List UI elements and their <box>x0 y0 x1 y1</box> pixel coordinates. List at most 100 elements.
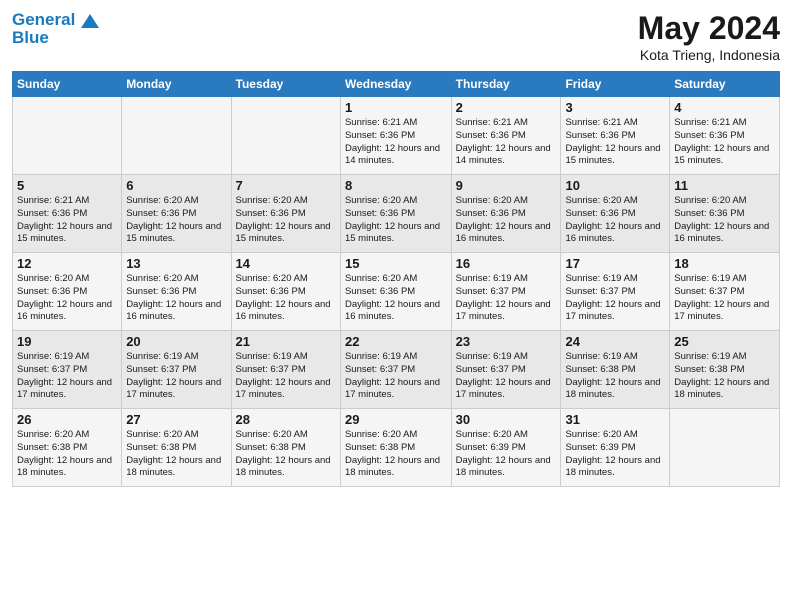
week-row-3: 12Sunrise: 6:20 AM Sunset: 6:36 PM Dayli… <box>13 253 780 331</box>
calendar-cell: 20Sunrise: 6:19 AM Sunset: 6:37 PM Dayli… <box>122 331 231 409</box>
calendar-cell: 8Sunrise: 6:20 AM Sunset: 6:36 PM Daylig… <box>340 175 451 253</box>
day-number: 11 <box>674 178 775 193</box>
day-info: Sunrise: 6:21 AM Sunset: 6:36 PM Dayligh… <box>456 117 557 168</box>
day-number: 4 <box>674 100 775 115</box>
calendar-cell: 15 Sunrise: 6:20 AM Sunset: 6:36 PM Dayli… <box>340 253 451 331</box>
day-info: Sunrise: 6:20 AM Sunset: 6:38 PM Dayligh… <box>236 429 336 480</box>
day-number: 25 <box>674 334 775 349</box>
calendar-title: May 2024 <box>638 10 780 47</box>
weekday-header-sunday: Sunday <box>13 72 122 97</box>
day-info: Sunrise: 6:20 AM Sunset: 6:38 PM Dayligh… <box>345 429 447 480</box>
day-info: Sunrise: 6:20 AM Sunset: 6:39 PM Dayligh… <box>565 429 665 480</box>
weekday-header-row: SundayMondayTuesdayWednesdayThursdayFrid… <box>13 72 780 97</box>
calendar-cell: 18 Sunrise: 6:19 AM Sunset: 6:37 PM Dayli… <box>670 253 780 331</box>
calendar-cell: 31 Sunrise: 6:20 AM Sunset: 6:39 PM Dayli… <box>561 409 670 487</box>
calendar-page: General Blue May 2024 Kota Trieng, Indon… <box>0 0 792 612</box>
calendar-cell: 23Sunrise: 6:19 AM Sunset: 6:37 PM Dayli… <box>451 331 561 409</box>
calendar-cell: 12Sunrise: 6:20 AM Sunset: 6:36 PM Dayli… <box>13 253 122 331</box>
day-number: 6 <box>126 178 226 193</box>
day-info: Sunrise: 6:20 AM Sunset: 6:36 PM Dayligh… <box>126 273 226 324</box>
calendar-cell: 25 Sunrise: 6:19 AM Sunset: 6:38 PM Dayli… <box>670 331 780 409</box>
calendar-cell <box>670 409 780 487</box>
day-info: Sunrise: 6:21 AM Sunset: 6:36 PM Dayligh… <box>674 117 775 168</box>
calendar-cell <box>231 97 340 175</box>
day-number: 13 <box>126 256 226 271</box>
day-number: 30 <box>456 412 557 427</box>
calendar-cell: 6Sunrise: 6:20 AM Sunset: 6:36 PM Daylig… <box>122 175 231 253</box>
weekday-header-friday: Friday <box>561 72 670 97</box>
weekday-header-thursday: Thursday <box>451 72 561 97</box>
logo-text: General <box>12 10 99 30</box>
calendar-header: SundayMondayTuesdayWednesdayThursdayFrid… <box>13 72 780 97</box>
calendar-cell: 7 Sunrise: 6:20 AM Sunset: 6:36 PM Daylig… <box>231 175 340 253</box>
day-info: Sunrise: 6:20 AM Sunset: 6:38 PM Dayligh… <box>17 429 117 480</box>
day-info: Sunrise: 6:20 AM Sunset: 6:36 PM Dayligh… <box>17 273 117 324</box>
page-header: General Blue May 2024 Kota Trieng, Indon… <box>12 10 780 63</box>
day-number: 17 <box>565 256 665 271</box>
day-number: 24 <box>565 334 665 349</box>
calendar-cell: 16Sunrise: 6:19 AM Sunset: 6:37 PM Dayli… <box>451 253 561 331</box>
logo: General Blue <box>12 10 99 48</box>
logo-blue: Blue <box>12 28 99 48</box>
day-info: Sunrise: 6:19 AM Sunset: 6:38 PM Dayligh… <box>565 351 665 402</box>
day-number: 1 <box>345 100 447 115</box>
day-number: 3 <box>565 100 665 115</box>
calendar-cell <box>122 97 231 175</box>
calendar-cell: 30 Sunrise: 6:20 AM Sunset: 6:39 PM Dayli… <box>451 409 561 487</box>
calendar-cell: 24 Sunrise: 6:19 AM Sunset: 6:38 PM Dayli… <box>561 331 670 409</box>
day-info: Sunrise: 6:19 AM Sunset: 6:37 PM Dayligh… <box>345 351 447 402</box>
day-info: Sunrise: 6:20 AM Sunset: 6:36 PM Dayligh… <box>674 195 775 246</box>
calendar-cell: 17 Sunrise: 6:19 AM Sunset: 6:37 PM Dayli… <box>561 253 670 331</box>
calendar-cell: 3 Sunrise: 6:21 AM Sunset: 6:36 PM Daylig… <box>561 97 670 175</box>
day-number: 8 <box>345 178 447 193</box>
calendar-cell: 5Sunrise: 6:21 AM Sunset: 6:36 PM Daylig… <box>13 175 122 253</box>
day-info: Sunrise: 6:20 AM Sunset: 6:39 PM Dayligh… <box>456 429 557 480</box>
day-info: Sunrise: 6:21 AM Sunset: 6:36 PM Dayligh… <box>565 117 665 168</box>
day-number: 31 <box>565 412 665 427</box>
calendar-cell: 21 Sunrise: 6:19 AM Sunset: 6:37 PM Dayli… <box>231 331 340 409</box>
day-info: Sunrise: 6:20 AM Sunset: 6:36 PM Dayligh… <box>456 195 557 246</box>
weekday-header-tuesday: Tuesday <box>231 72 340 97</box>
calendar-cell: 2Sunrise: 6:21 AM Sunset: 6:36 PM Daylig… <box>451 97 561 175</box>
day-number: 18 <box>674 256 775 271</box>
calendar-cell: 14Sunrise: 6:20 AM Sunset: 6:36 PM Dayli… <box>231 253 340 331</box>
weekday-header-wednesday: Wednesday <box>340 72 451 97</box>
day-number: 22 <box>345 334 447 349</box>
day-number: 9 <box>456 178 557 193</box>
day-number: 7 <box>236 178 336 193</box>
day-number: 28 <box>236 412 336 427</box>
week-row-4: 19Sunrise: 6:19 AM Sunset: 6:37 PM Dayli… <box>13 331 780 409</box>
calendar-cell: 1Sunrise: 6:21 AM Sunset: 6:36 PM Daylig… <box>340 97 451 175</box>
calendar-subtitle: Kota Trieng, Indonesia <box>638 47 780 63</box>
day-number: 20 <box>126 334 226 349</box>
day-info: Sunrise: 6:20 AM Sunset: 6:36 PM Dayligh… <box>345 273 447 324</box>
day-info: Sunrise: 6:19 AM Sunset: 6:37 PM Dayligh… <box>674 273 775 324</box>
calendar-cell: 11 Sunrise: 6:20 AM Sunset: 6:36 PM Dayli… <box>670 175 780 253</box>
day-info: Sunrise: 6:19 AM Sunset: 6:37 PM Dayligh… <box>17 351 117 402</box>
day-number: 16 <box>456 256 557 271</box>
calendar-cell: 26Sunrise: 6:20 AM Sunset: 6:38 PM Dayli… <box>13 409 122 487</box>
calendar-cell: 19Sunrise: 6:19 AM Sunset: 6:37 PM Dayli… <box>13 331 122 409</box>
day-number: 29 <box>345 412 447 427</box>
weekday-header-saturday: Saturday <box>670 72 780 97</box>
calendar-cell: 29 Sunrise: 6:20 AM Sunset: 6:38 PM Dayli… <box>340 409 451 487</box>
calendar-cell: 4 Sunrise: 6:21 AM Sunset: 6:36 PM Daylig… <box>670 97 780 175</box>
calendar-body: 1 Sunrise: 6:21 AM Sunset: 6:36 PM Daylig… <box>13 97 780 487</box>
week-row-1: 1 Sunrise: 6:21 AM Sunset: 6:36 PM Daylig… <box>13 97 780 175</box>
week-row-2: 5Sunrise: 6:21 AM Sunset: 6:36 PM Daylig… <box>13 175 780 253</box>
day-info: Sunrise: 6:20 AM Sunset: 6:36 PM Dayligh… <box>236 195 336 246</box>
calendar-table: SundayMondayTuesdayWednesdayThursdayFrid… <box>12 71 780 487</box>
day-info: Sunrise: 6:19 AM Sunset: 6:38 PM Dayligh… <box>674 351 775 402</box>
day-info: Sunrise: 6:19 AM Sunset: 6:37 PM Dayligh… <box>565 273 665 324</box>
calendar-cell: 10Sunrise: 6:20 AM Sunset: 6:36 PM Dayli… <box>561 175 670 253</box>
calendar-cell <box>13 97 122 175</box>
day-info: Sunrise: 6:20 AM Sunset: 6:38 PM Dayligh… <box>126 429 226 480</box>
calendar-cell: 28 Sunrise: 6:20 AM Sunset: 6:38 PM Dayli… <box>231 409 340 487</box>
day-number: 15 <box>345 256 447 271</box>
day-info: Sunrise: 6:21 AM Sunset: 6:36 PM Dayligh… <box>17 195 117 246</box>
day-number: 10 <box>565 178 665 193</box>
logo-icon <box>81 14 99 28</box>
day-info: Sunrise: 6:19 AM Sunset: 6:37 PM Dayligh… <box>236 351 336 402</box>
calendar-cell: 27Sunrise: 6:20 AM Sunset: 6:38 PM Dayli… <box>122 409 231 487</box>
day-number: 21 <box>236 334 336 349</box>
